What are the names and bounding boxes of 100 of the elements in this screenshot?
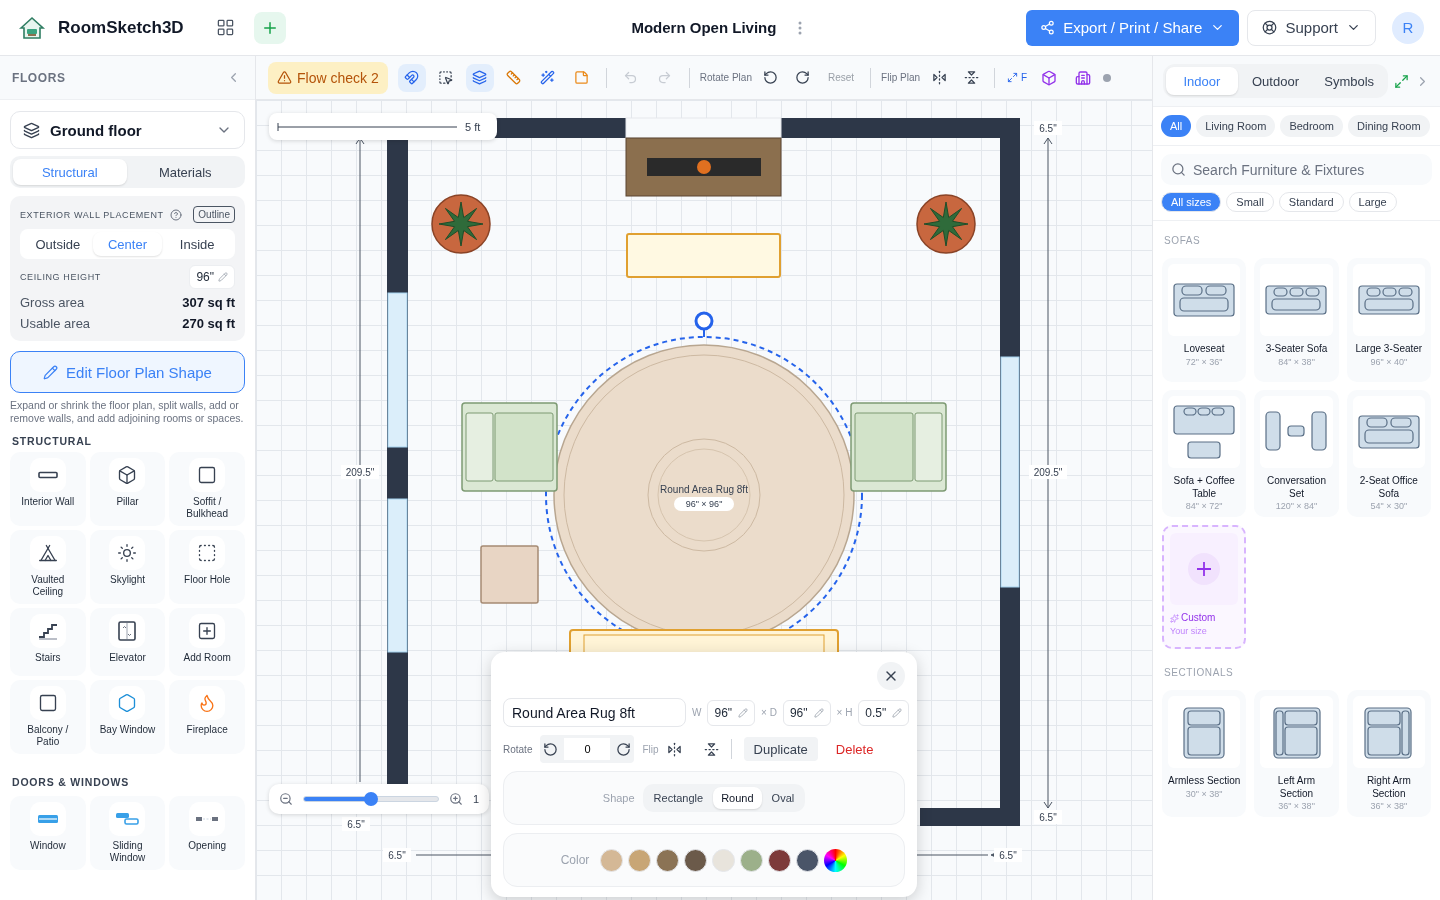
delete-button[interactable]: Delete [825, 737, 884, 761]
flip-vertical-icon[interactable] [703, 741, 719, 757]
furniture-size: 36" × 38" [1370, 801, 1408, 811]
size-filter[interactable]: Standard [1278, 192, 1344, 212]
catalog-tab[interactable]: Indoor [1166, 67, 1238, 95]
furniture-card[interactable]: Armless Section 30" × 38" [1162, 690, 1247, 817]
color-swatch[interactable] [740, 848, 764, 872]
support-button[interactable]: Support [1247, 9, 1376, 46]
rug-label: Round Area Rug 8ft [660, 484, 748, 495]
structure-tile[interactable]: Vaulted Ceiling [10, 530, 86, 605]
furniture-card[interactable]: Right Arm Section 36" × 38" [1346, 690, 1431, 817]
room-filter[interactable]: Living Room [1196, 115, 1276, 137]
furniture-card[interactable]: 2-Seat Office Sofa 54" × 30" [1346, 390, 1431, 517]
panel-tab[interactable]: Materials [128, 159, 242, 185]
size-filter[interactable]: Small [1226, 192, 1274, 212]
square-icon [37, 693, 58, 714]
structure-tile[interactable]: Floor Hole [169, 530, 245, 605]
rotate-handle[interactable] [694, 311, 714, 338]
structure-tile[interactable]: Stairs [10, 608, 86, 677]
help-icon[interactable] [169, 208, 182, 221]
room-filter[interactable]: All [1161, 115, 1192, 137]
magnet-icon [404, 70, 420, 85]
tool-button[interactable] [465, 63, 494, 92]
room-filter[interactable]: Bedroom [1280, 115, 1343, 137]
catalog-tab[interactable]: Outdoor [1239, 67, 1312, 95]
pencil-icon [43, 364, 59, 380]
ceiling-height-field[interactable]: 96" [189, 265, 235, 289]
export-button[interactable]: Export / Print / Share [1026, 9, 1240, 46]
layers-icon [23, 121, 40, 139]
pencil-icon [218, 272, 228, 282]
dimension-field[interactable]: 0.5" [858, 699, 910, 726]
color-swatch[interactable] [796, 848, 820, 872]
rotate-left-icon[interactable] [543, 741, 559, 757]
color-swatch[interactable] [684, 848, 708, 872]
floor-dropdown[interactable]: Ground floor [10, 111, 245, 149]
furniture-card[interactable]: Sofa + Coffee Table 84" × 72" [1162, 390, 1247, 517]
size-filter[interactable]: Large [1348, 192, 1397, 212]
color-swatch[interactable] [600, 848, 624, 872]
close-button[interactable] [877, 662, 905, 690]
structure-tile[interactable]: Window [10, 796, 86, 871]
catalog-tab[interactable]: Symbols [1313, 67, 1385, 95]
flow-check-button[interactable]: Flow check 2 [268, 61, 388, 94]
panel-tab[interactable]: Structural [13, 159, 127, 185]
color-swatch[interactable] [768, 848, 792, 872]
zoom-out-icon[interactable] [279, 792, 293, 806]
structure-tile[interactable]: Elevator [89, 608, 166, 677]
color-swatch[interactable] [628, 848, 652, 872]
potted-plant [916, 194, 976, 254]
custom-size-card[interactable]: Custom Your size [1162, 525, 1247, 649]
furniture-card[interactable]: Left Arm Section 36" × 38" [1254, 690, 1339, 817]
shape-option[interactable]: Rectangle [645, 787, 712, 809]
rotate-right-icon[interactable] [616, 741, 632, 757]
zoom-in-icon[interactable] [448, 792, 463, 806]
building-icon [1075, 69, 1092, 86]
search-field[interactable]: Search Furniture & Fixtures [1161, 154, 1432, 185]
size-tag: 96" × 96" [674, 497, 734, 511]
structure-tile[interactable]: Opening [169, 796, 245, 871]
structure-tile[interactable]: Skylight [89, 530, 166, 605]
structure-tile[interactable]: Add Room [169, 608, 245, 677]
duplicate-button[interactable]: Duplicate [743, 737, 818, 761]
size-filter[interactable]: All sizes [1161, 192, 1222, 212]
placement-option[interactable]: Inside [162, 232, 232, 256]
add-button[interactable] [253, 11, 286, 44]
color-swatch[interactable] [656, 848, 680, 872]
structure-tile[interactable]: Fireplace [169, 680, 245, 755]
structure-tile[interactable]: Sliding Window [89, 796, 166, 871]
expand-icon [1007, 72, 1018, 83]
color-wheel-button[interactable] [824, 848, 848, 872]
name-field[interactable]: Round Area Rug 8ft [503, 698, 686, 727]
slider-thumb[interactable] [363, 792, 378, 806]
fit-button[interactable]: F [1005, 65, 1030, 90]
furniture-card[interactable]: Large 3-Seater 96" × 40" [1346, 258, 1431, 382]
structure-tile[interactable]: Interior Wall [10, 452, 86, 527]
furniture-card[interactable]: Conversation Set 120" × 84" [1254, 390, 1339, 517]
shape-option[interactable]: Round [713, 787, 762, 809]
pencil-icon [892, 707, 903, 718]
shape-option[interactable]: Oval [763, 787, 803, 809]
tool-button[interactable] [397, 63, 426, 92]
dimension-field[interactable]: 96" [782, 699, 831, 726]
rotation-field[interactable]: 0 [564, 738, 611, 760]
flip-horizontal-icon[interactable] [666, 741, 682, 757]
note-icon [574, 70, 590, 85]
room-filter[interactable]: Dining Room [1348, 115, 1430, 137]
furniture-name: Large 3-Seater [1355, 343, 1423, 356]
expand-icon[interactable] [1394, 73, 1409, 89]
structure-tile[interactable]: Soffit / Bulkhead [169, 452, 245, 527]
placement-option[interactable]: Outside [23, 232, 93, 256]
structure-tile[interactable]: Balcony / Patio [10, 680, 86, 755]
project-title: Modern Open Living [631, 19, 777, 36]
flip-vertical-icon [963, 70, 979, 85]
structure-tile[interactable]: Bay Window [89, 680, 166, 755]
furniture-card[interactable]: Loveseat 72" × 36" [1162, 258, 1247, 382]
color-swatch[interactable] [712, 848, 736, 872]
structure-tile[interactable]: Pillar [89, 452, 166, 527]
cube-icon [117, 465, 138, 486]
sun-icon [117, 543, 138, 564]
placement-option[interactable]: Center [92, 232, 163, 256]
square-icon [197, 465, 218, 486]
furniture-card[interactable]: 3-Seater Sofa 84" × 38" [1254, 258, 1339, 382]
dimension-field[interactable]: 96" [707, 699, 756, 726]
